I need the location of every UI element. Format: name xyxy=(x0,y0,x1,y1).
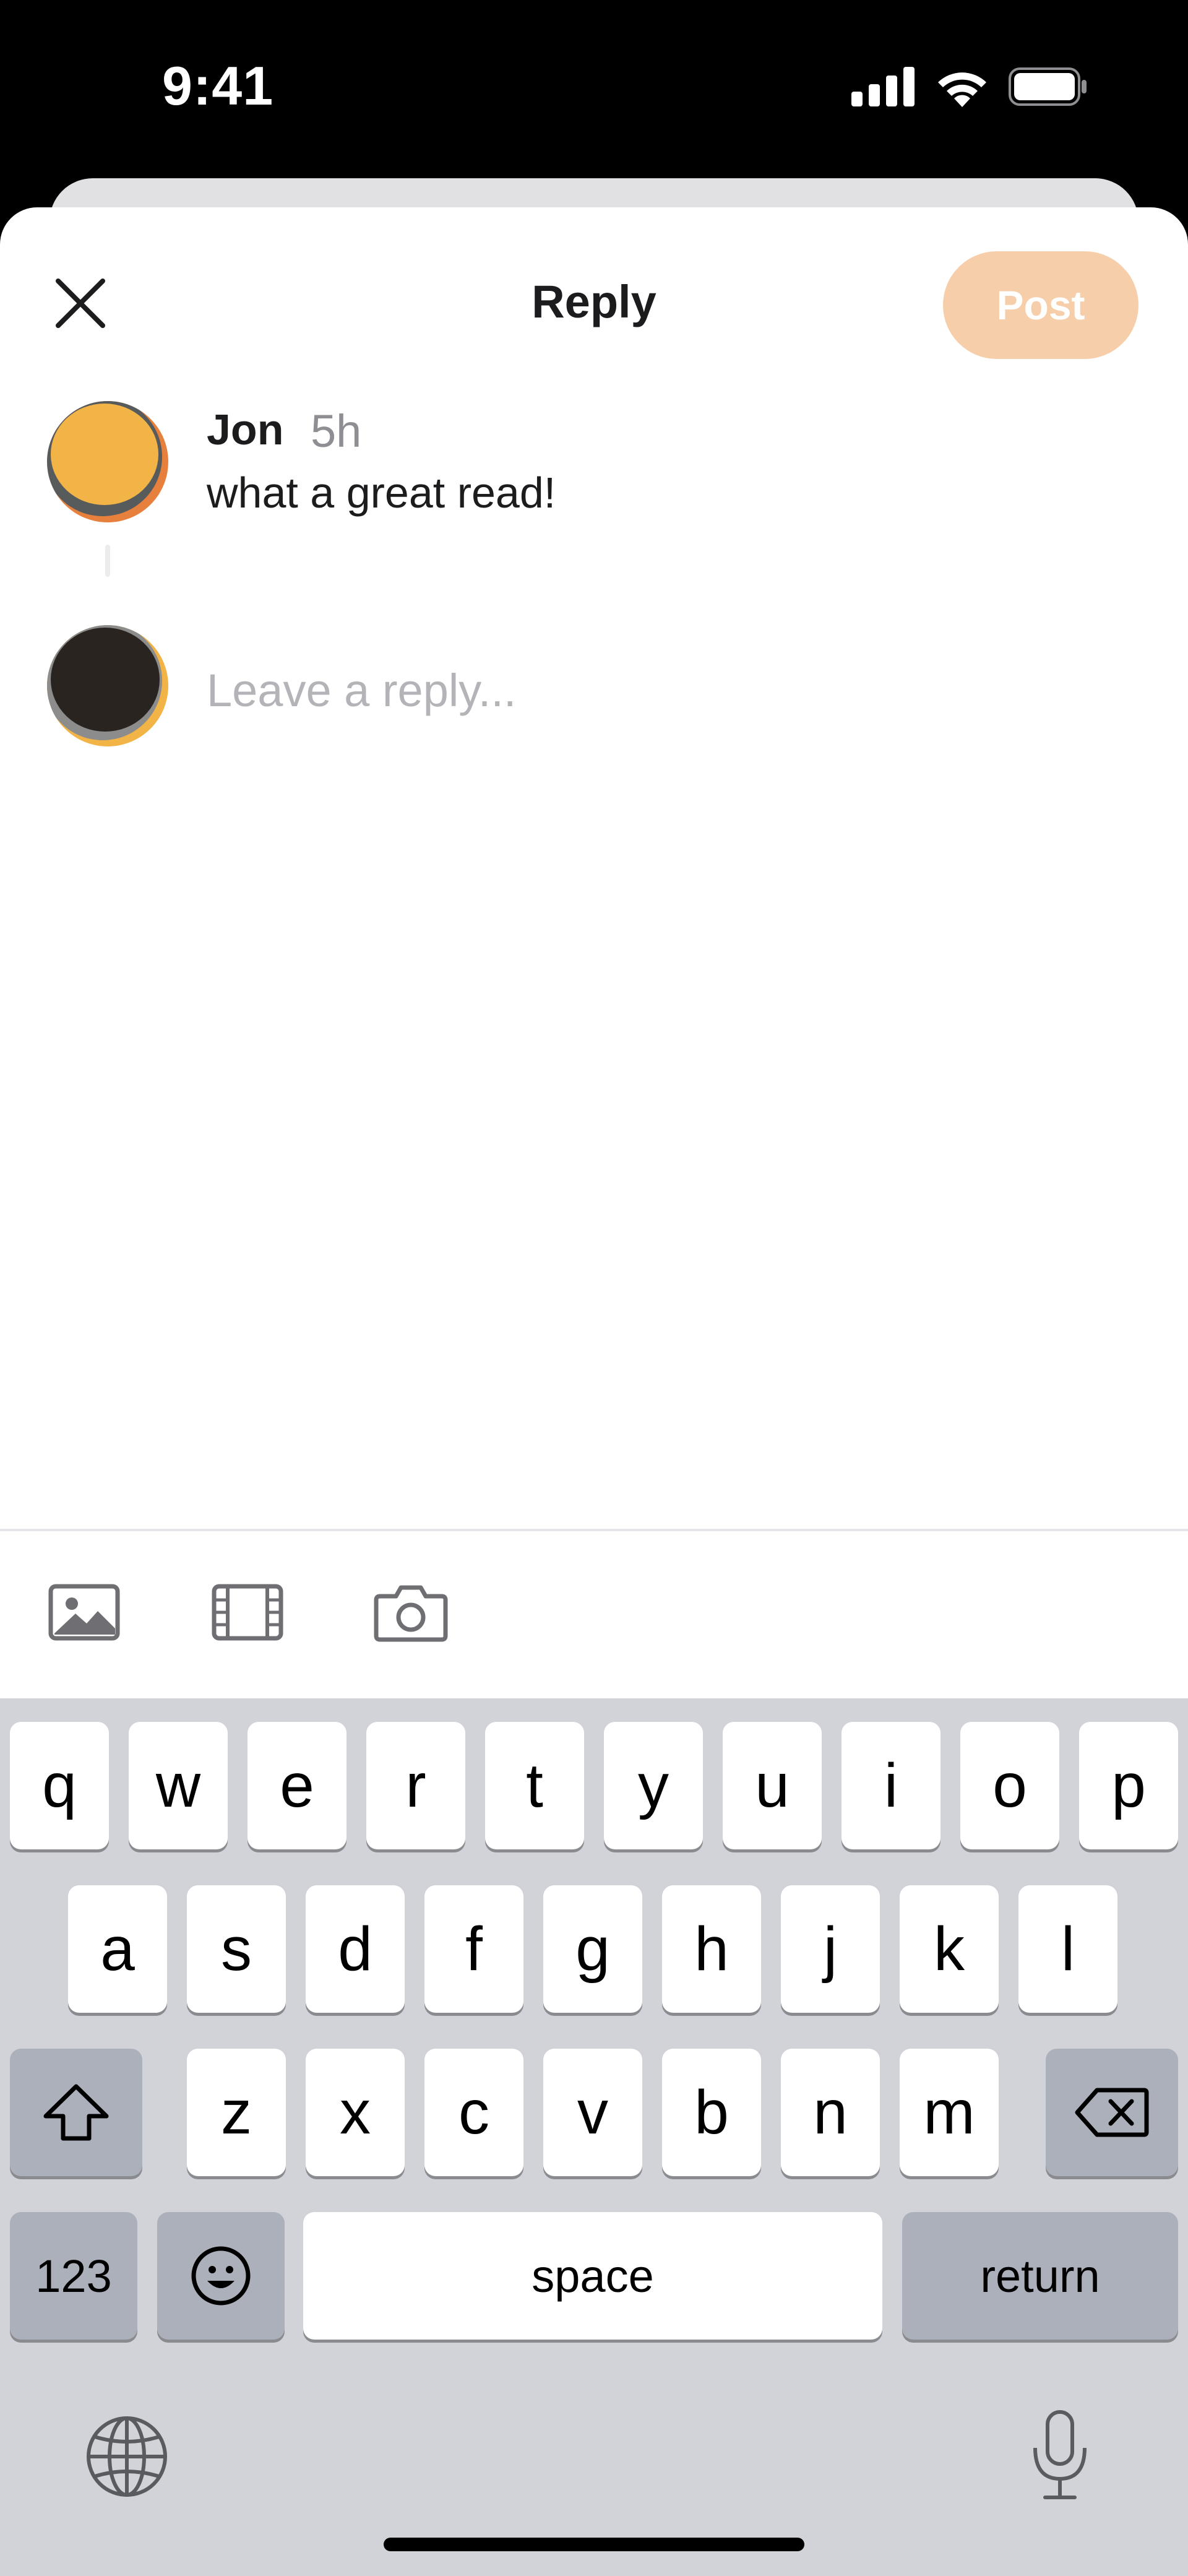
camera-button[interactable] xyxy=(374,1578,448,1646)
key-x[interactable]: x xyxy=(306,2049,405,2176)
key-h[interactable]: h xyxy=(662,1885,761,2013)
key-e[interactable]: e xyxy=(248,1722,346,1849)
key-i[interactable]: i xyxy=(842,1722,940,1849)
battery-icon xyxy=(1009,67,1087,106)
emoji-key[interactable] xyxy=(157,2212,285,2340)
backspace-icon xyxy=(1075,2088,1149,2137)
add-video-button[interactable] xyxy=(210,1578,285,1646)
microphone-icon xyxy=(1033,2410,1087,2499)
key-a[interactable]: a xyxy=(68,1885,167,2013)
key-l[interactable]: l xyxy=(1018,1885,1117,2013)
space-key[interactable]: space xyxy=(303,2212,882,2340)
key-s[interactable]: s xyxy=(187,1885,286,2013)
globe-icon xyxy=(87,2416,167,2497)
key-u[interactable]: u xyxy=(723,1722,822,1849)
key-w[interactable]: w xyxy=(129,1722,228,1849)
return-key[interactable]: return xyxy=(902,2212,1178,2340)
dictation-button[interactable] xyxy=(1014,2406,1106,2505)
comment-text: what a great read! xyxy=(207,469,556,517)
keyboard: q w e r t y u i o p a s d f g h j k l z … xyxy=(0,1698,1188,2576)
comment-timestamp: 5h xyxy=(311,405,362,457)
key-y[interactable]: y xyxy=(604,1722,703,1849)
wifi-icon xyxy=(938,72,986,107)
status-icons xyxy=(851,65,1089,108)
image-icon xyxy=(48,1584,120,1641)
key-m[interactable]: m xyxy=(900,2049,999,2176)
shift-key[interactable] xyxy=(10,2049,142,2176)
globe-button[interactable] xyxy=(80,2410,173,2503)
key-r[interactable]: r xyxy=(366,1722,465,1849)
key-z[interactable]: z xyxy=(187,2049,286,2176)
camera-icon xyxy=(374,1585,448,1642)
key-c[interactable]: c xyxy=(424,2049,523,2176)
delete-key[interactable] xyxy=(1046,2049,1178,2176)
avatar[interactable] xyxy=(47,401,168,522)
key-n[interactable]: n xyxy=(781,2049,880,2176)
key-g[interactable]: g xyxy=(543,1885,642,2013)
emoji-icon xyxy=(191,2246,251,2306)
key-f[interactable]: f xyxy=(424,1885,523,2013)
status-bar: 9:41 xyxy=(0,0,1188,179)
key-d[interactable]: d xyxy=(306,1885,405,2013)
key-q[interactable]: q xyxy=(10,1722,109,1849)
video-icon xyxy=(212,1584,283,1641)
thread-line xyxy=(105,545,110,577)
key-o[interactable]: o xyxy=(960,1722,1059,1849)
cellular-signal-icon xyxy=(851,67,915,106)
home-indicator[interactable] xyxy=(384,2538,804,2551)
key-t[interactable]: t xyxy=(485,1722,584,1849)
key-j[interactable]: j xyxy=(781,1885,880,2013)
shift-icon xyxy=(43,2084,109,2141)
reply-input[interactable] xyxy=(207,656,1122,724)
numbers-key[interactable]: 123 xyxy=(10,2212,137,2340)
comment-author[interactable]: Jon xyxy=(207,405,283,454)
key-k[interactable]: k xyxy=(900,1885,999,2013)
current-user-avatar xyxy=(47,625,168,746)
key-p[interactable]: p xyxy=(1079,1722,1178,1849)
post-button[interactable]: Post xyxy=(943,251,1138,359)
status-time: 9:41 xyxy=(162,55,274,116)
attachment-toolbar xyxy=(0,1531,1188,1698)
key-v[interactable]: v xyxy=(543,2049,642,2176)
key-b[interactable]: b xyxy=(662,2049,761,2176)
add-image-button[interactable] xyxy=(47,1578,121,1646)
reply-sheet xyxy=(0,207,1188,1529)
